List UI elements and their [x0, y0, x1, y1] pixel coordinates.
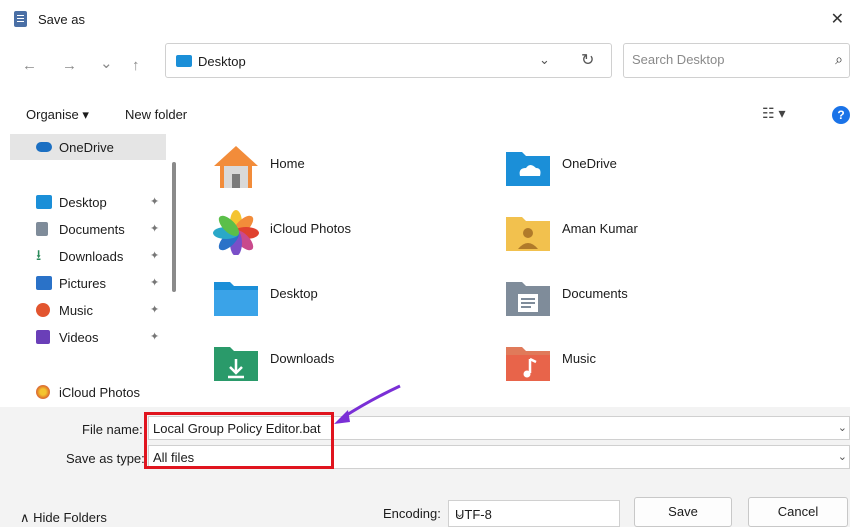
item-name: Desktop — [270, 286, 318, 301]
item-name: iCloud Photos — [270, 221, 351, 236]
command-bar: Organise ▾ New folder ☷ ▾ ? — [0, 96, 850, 132]
sidebar-item-label: OneDrive — [59, 140, 114, 155]
sidebar-item-desktop[interactable]: Desktop ✦ — [10, 189, 166, 215]
item-name: Music — [562, 351, 596, 366]
sidebar-item-label: Downloads — [59, 249, 124, 264]
back-icon[interactable]: ← — [22, 57, 37, 74]
cancel-button[interactable]: Cancel — [748, 497, 848, 527]
chevron-down-icon: ⌄ — [455, 508, 465, 520]
refresh-icon[interactable]: ↻ — [581, 50, 594, 70]
search-input[interactable] — [632, 52, 812, 67]
window-title: Save as — [38, 12, 85, 27]
save-button[interactable]: Save — [634, 497, 732, 527]
sidebar-item-label: Pictures — [59, 276, 106, 291]
pictures-icon — [36, 276, 52, 290]
encoding-label: Encoding: — [383, 506, 441, 521]
item-name: OneDrive — [562, 156, 617, 171]
item-name: Downloads — [270, 351, 335, 366]
notepad-icon — [14, 11, 27, 27]
list-item-downloads[interactable]: Downloads — [182, 329, 442, 389]
icloud-photos-icon — [36, 385, 50, 399]
item-name: Aman Kumar — [562, 221, 638, 236]
file-list: Home OneDrive iCloud Photos Aman Kumar D… — [182, 132, 850, 407]
encoding-select[interactable]: UTF-8 ⌄ — [448, 500, 620, 527]
chevron-up-icon: ∧ — [20, 510, 30, 525]
videos-icon — [36, 330, 50, 344]
sidebar-item-label: Videos — [59, 330, 99, 345]
address-bar[interactable]: Desktop ⌄ ↻ — [165, 43, 612, 78]
chevron-down-icon[interactable]: ⌄ — [539, 52, 550, 68]
sidebar-item-downloads[interactable]: ⭳ Downloads ✦ — [10, 243, 166, 269]
pin-icon[interactable]: ✦ — [150, 195, 159, 208]
user-folder-icon — [506, 217, 550, 251]
highlight-box — [144, 412, 334, 469]
list-item-documents[interactable]: Documents — [474, 264, 734, 324]
list-item-aman-kumar[interactable]: Aman Kumar — [474, 199, 734, 259]
downloads-folder-icon — [214, 347, 258, 381]
home-icon — [214, 146, 258, 188]
pin-icon[interactable]: ✦ — [150, 303, 159, 316]
item-name: Home — [270, 156, 305, 171]
music-icon — [36, 303, 50, 317]
documents-folder-icon — [506, 282, 550, 316]
new-folder-button[interactable]: New folder — [125, 107, 187, 122]
item-name: Documents — [562, 286, 628, 301]
list-item-onedrive[interactable]: OneDrive — [474, 134, 734, 194]
onedrive-folder-icon — [506, 152, 550, 186]
hide-folders-label: Hide Folders — [33, 510, 107, 525]
up-icon[interactable]: ↑ — [132, 57, 140, 74]
save-as-type-label: Save as type: — [66, 451, 145, 466]
list-item-desktop[interactable]: Desktop — [182, 264, 442, 324]
search-box[interactable]: ⌕ — [623, 43, 850, 78]
sidebar-item-icloud-photos[interactable]: iCloud Photos — [10, 379, 166, 405]
sidebar-scrollbar[interactable] — [172, 162, 176, 292]
close-icon[interactable]: ✕ — [831, 9, 844, 29]
sidebar-item-label: Documents — [59, 222, 125, 237]
view-options-icon[interactable]: ☷ ▾ — [762, 105, 785, 122]
download-icon: ⭳ — [36, 247, 42, 264]
sidebar-item-label: iCloud Photos — [59, 385, 140, 400]
chevron-down-icon[interactable]: ⌄ — [838, 421, 847, 434]
title-bar: Save as ✕ — [0, 0, 850, 38]
desktop-folder-icon — [36, 195, 52, 209]
address-path[interactable]: Desktop — [198, 54, 246, 69]
sidebar-item-music[interactable]: Music ✦ — [10, 297, 166, 323]
music-folder-icon — [506, 347, 550, 381]
sidebar-item-videos[interactable]: Videos ✦ — [10, 324, 166, 350]
pin-icon[interactable]: ✦ — [150, 249, 159, 262]
chevron-down-icon[interactable]: ⌄ — [838, 450, 847, 463]
list-item-music[interactable]: Music — [474, 329, 734, 389]
sidebar-item-onedrive[interactable]: OneDrive — [10, 134, 166, 160]
sidebar-item-pictures[interactable]: Pictures ✦ — [10, 270, 166, 296]
annotation-arrow — [334, 384, 401, 424]
folder-icon — [176, 55, 192, 67]
navigation-pane: OneDrive Desktop ✦ Documents ✦ ⭳ Downloa… — [0, 132, 182, 407]
recent-locations-icon[interactable]: ⌄ — [100, 54, 113, 72]
sidebar-item-label: Music — [59, 303, 93, 318]
organise-button[interactable]: Organise ▾ — [26, 107, 89, 123]
sidebar-item-documents[interactable]: Documents ✦ — [10, 216, 166, 242]
desktop-folder-icon — [214, 282, 258, 316]
cloud-icon — [36, 142, 52, 152]
icloud-photos-icon — [213, 210, 259, 255]
list-item-icloud-photos[interactable]: iCloud Photos — [182, 199, 442, 259]
forward-icon[interactable]: → — [62, 57, 77, 74]
search-icon[interactable]: ⌕ — [835, 51, 843, 68]
file-name-label: File name: — [82, 422, 143, 437]
list-item-home[interactable]: Home — [182, 134, 442, 194]
pin-icon[interactable]: ✦ — [150, 330, 159, 343]
pin-icon[interactable]: ✦ — [150, 276, 159, 289]
sidebar-item-label: Desktop — [59, 195, 107, 210]
documents-icon — [36, 222, 48, 236]
hide-folders-button[interactable]: ∧ Hide Folders — [20, 510, 107, 526]
pin-icon[interactable]: ✦ — [150, 222, 159, 235]
help-icon[interactable]: ? — [832, 106, 850, 124]
